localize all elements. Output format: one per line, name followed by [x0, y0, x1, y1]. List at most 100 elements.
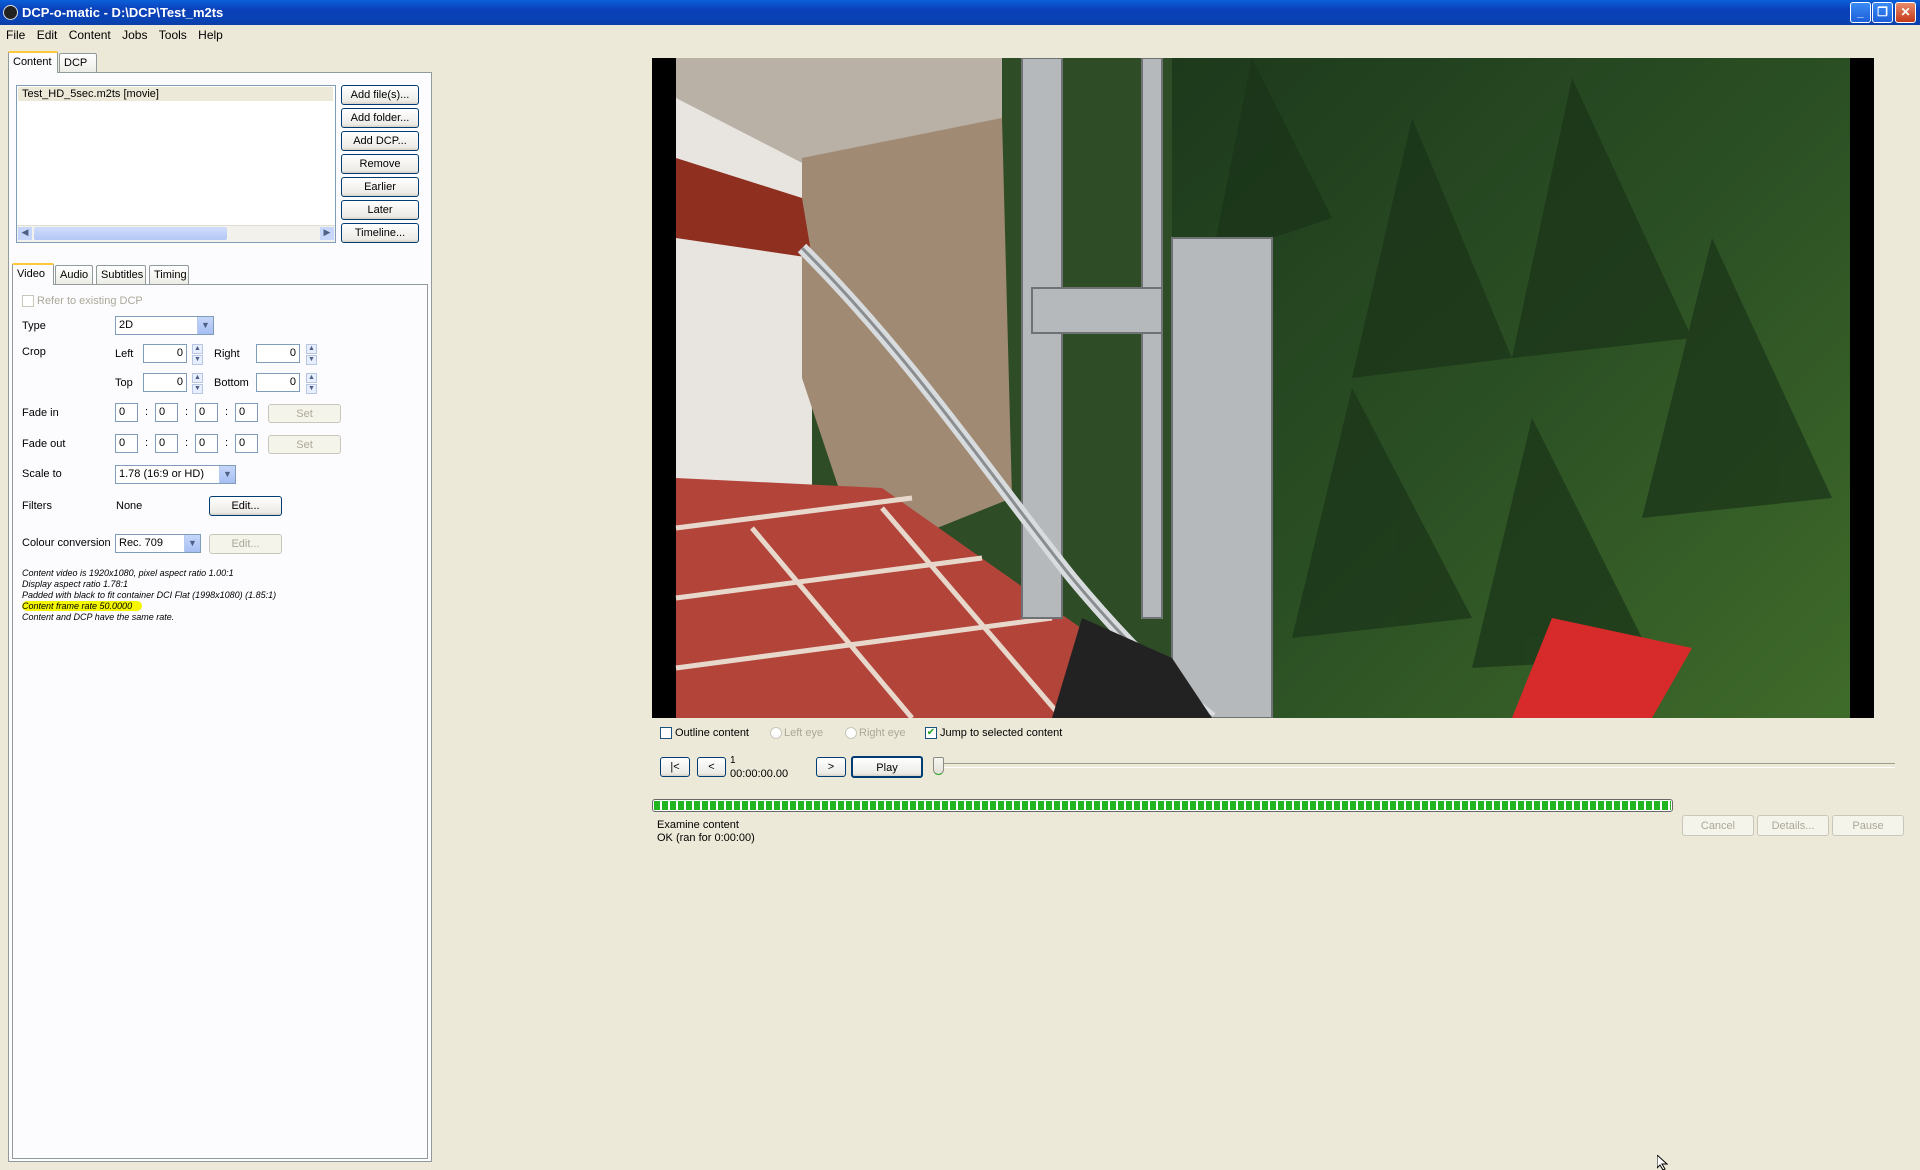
crop-label: Crop: [22, 346, 46, 358]
type-select[interactable]: 2D ▼: [115, 316, 214, 335]
crop-left-label: Left: [115, 348, 134, 360]
cancel-job-button[interactable]: Cancel: [1682, 815, 1754, 836]
crop-left-spinner[interactable]: ▲ ▼: [192, 344, 203, 365]
outline-content-label: Outline content: [675, 727, 749, 739]
timecode: 00:00:00.00: [730, 768, 789, 780]
fade-out-set-button[interactable]: Set: [268, 435, 341, 454]
app-icon: [3, 5, 18, 20]
fade-in-hours[interactable]: 0: [115, 403, 138, 422]
filters-label: Filters: [22, 500, 52, 512]
close-icon[interactable]: ✕: [1895, 2, 1916, 23]
crop-right-spinner[interactable]: ▲ ▼: [306, 344, 317, 365]
chevron-down-icon[interactable]: ▼: [184, 535, 200, 552]
colour-conversion-value: Rec. 709: [119, 537, 164, 549]
add-folder-button[interactable]: Add folder...: [341, 108, 419, 128]
later-button[interactable]: Later: [341, 200, 419, 220]
info-line: Display aspect ratio 1.78:1: [22, 579, 129, 589]
fade-in-seconds[interactable]: 0: [195, 403, 218, 422]
jump-to-selected-checkbox[interactable]: ✔: [925, 727, 937, 739]
content-list[interactable]: Test_HD_5sec.m2ts [movie] ◀ ▶: [16, 85, 336, 243]
timeline-button[interactable]: Timeline...: [341, 223, 419, 243]
menu-content[interactable]: Content: [69, 26, 111, 42]
go-to-start-button[interactable]: |<: [660, 757, 690, 777]
earlier-button[interactable]: Earlier: [341, 177, 419, 197]
scroll-thumb[interactable]: [34, 227, 227, 240]
pause-job-button[interactable]: Pause: [1832, 815, 1904, 836]
chevron-down-icon[interactable]: ▼: [197, 317, 213, 334]
fade-out-minutes[interactable]: 0: [155, 434, 178, 453]
menu-edit[interactable]: Edit: [37, 26, 58, 42]
menu-help[interactable]: Help: [198, 26, 223, 42]
scale-to-value: 1.78 (16:9 or HD): [119, 468, 204, 480]
tab-audio[interactable]: Audio: [55, 265, 93, 285]
forward-frame-button[interactable]: >: [816, 757, 846, 777]
crop-right-label: Right: [214, 348, 240, 360]
progress-fill: [654, 801, 1671, 810]
fade-in-frames[interactable]: 0: [235, 403, 258, 422]
fade-out-hours[interactable]: 0: [115, 434, 138, 453]
tab-subtitles[interactable]: Subtitles: [96, 265, 146, 285]
add-files-button[interactable]: Add file(s)...: [341, 85, 419, 105]
scale-to-label: Scale to: [22, 468, 62, 480]
crop-top-input[interactable]: 0: [143, 373, 187, 392]
fade-out-label: Fade out: [22, 438, 66, 450]
position-slider-thumb[interactable]: [933, 757, 944, 775]
menu-bar: File Edit Content Jobs Tools Help: [0, 26, 1920, 46]
horizontal-scrollbar[interactable]: ◀ ▶: [17, 225, 335, 242]
video-info: Content video is 1920x1080, pixel aspect…: [22, 568, 276, 623]
crop-top-spinner[interactable]: ▲ ▼: [192, 373, 203, 394]
info-line: Content video is 1920x1080, pixel aspect…: [22, 568, 234, 578]
fade-in-set-button[interactable]: Set: [268, 404, 341, 423]
fade-out-frames[interactable]: 0: [235, 434, 258, 453]
left-eye-radio[interactable]: [770, 727, 782, 739]
fade-in-minutes[interactable]: 0: [155, 403, 178, 422]
crop-bottom-label: Bottom: [214, 377, 249, 389]
scroll-right-icon[interactable]: ▶: [320, 227, 334, 240]
video-preview[interactable]: [652, 58, 1874, 718]
video-panel: [12, 284, 428, 1159]
restore-icon[interactable]: ❐: [1872, 2, 1893, 23]
colour-edit-button[interactable]: Edit...: [209, 534, 282, 554]
crop-right-input[interactable]: 0: [256, 344, 300, 363]
outline-content-checkbox[interactable]: [660, 727, 672, 739]
add-dcp-button[interactable]: Add DCP...: [341, 131, 419, 151]
crop-top-label: Top: [115, 377, 133, 389]
colour-conversion-select[interactable]: Rec. 709 ▼: [115, 534, 201, 553]
right-eye-radio[interactable]: [845, 727, 857, 739]
fade-out-separator: :: [145, 437, 149, 449]
title-bar: DCP-o-matic - D:\DCP\Test_m2ts _ ❐ ✕: [0, 0, 1920, 25]
filters-edit-button[interactable]: Edit...: [209, 496, 282, 516]
fade-out-separator: :: [225, 437, 229, 449]
play-button[interactable]: Play: [851, 756, 923, 778]
left-eye-label: Left eye: [784, 727, 824, 739]
tab-timing[interactable]: Timing: [149, 265, 189, 285]
fade-in-separator: :: [185, 406, 189, 418]
list-item[interactable]: Test_HD_5sec.m2ts [movie]: [18, 87, 333, 101]
refer-dcp-checkbox[interactable]: [22, 295, 34, 307]
menu-file[interactable]: File: [6, 26, 25, 42]
fade-out-seconds[interactable]: 0: [195, 434, 218, 453]
menu-jobs[interactable]: Jobs: [122, 26, 147, 42]
fade-in-separator: :: [145, 406, 149, 418]
tab-dcp[interactable]: DCP: [59, 53, 97, 73]
jump-to-selected-label: Jump to selected content: [940, 727, 1063, 739]
menu-tools[interactable]: Tools: [159, 26, 187, 42]
chevron-down-icon[interactable]: ▼: [219, 466, 235, 483]
minimize-icon[interactable]: _: [1850, 2, 1871, 23]
fade-in-separator: :: [225, 406, 229, 418]
remove-button[interactable]: Remove: [341, 154, 419, 174]
crop-bottom-spinner[interactable]: ▲ ▼: [306, 373, 317, 394]
mouse-cursor-icon: [1657, 1155, 1669, 1170]
job-details-button[interactable]: Details...: [1757, 815, 1829, 836]
info-line: Padded with black to fit container DCI F…: [22, 590, 277, 600]
filters-value: None: [116, 500, 143, 512]
back-frame-button[interactable]: <: [697, 757, 726, 777]
position-slider-track[interactable]: [935, 763, 1895, 768]
scroll-left-icon[interactable]: ◀: [18, 227, 32, 240]
crop-bottom-input[interactable]: 0: [256, 373, 300, 392]
scale-to-select[interactable]: 1.78 (16:9 or HD) ▼: [115, 465, 236, 484]
right-eye-label: Right eye: [859, 727, 906, 739]
tab-video[interactable]: Video: [12, 263, 54, 285]
tab-content[interactable]: Content: [8, 51, 58, 73]
crop-left-input[interactable]: 0: [143, 344, 187, 363]
